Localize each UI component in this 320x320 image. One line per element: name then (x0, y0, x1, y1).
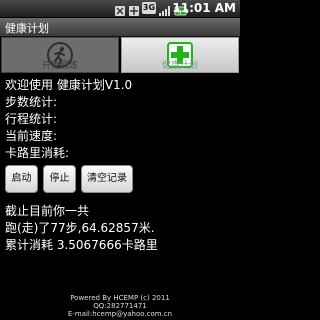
notification-icon (128, 2, 140, 16)
control-buttons: 启动 停止 清空记录 (5, 165, 237, 195)
tab-health-plan-label: 健康计划 (161, 61, 198, 71)
main-content: 欢迎使用 健康计划V1.0 步数统计: 行程统计: 当前速度: 卡路里消耗: 启… (5, 77, 237, 254)
app-title: 健康计划 (5, 22, 49, 35)
network-type-label: 3G (142, 3, 156, 12)
signal-icon (158, 2, 172, 16)
3g-icon: 3G (142, 2, 156, 14)
tab-start-exercise[interactable]: 开始锻炼 (1, 37, 119, 73)
footer-email: E-mail:hcemp@yahoo.com.cn (67, 310, 173, 318)
app-title-bar: 健康计划 (0, 18, 240, 37)
tab-start-exercise-label: 开始锻炼 (41, 61, 78, 71)
welcome-text: 欢迎使用 健康计划V1.0 (5, 78, 133, 92)
tab-bar: 开始锻炼 健康计划 (0, 37, 240, 73)
footer-qq: QQ:282771471 (93, 302, 147, 310)
tab-health-plan[interactable]: 健康计划 (121, 37, 239, 73)
stop-button[interactable]: 停止 (43, 165, 76, 193)
summary-distance: 跑(走)了77步,64.62857米. (5, 221, 155, 235)
clear-records-button[interactable]: 清空记录 (81, 165, 133, 193)
usb-icon (114, 2, 126, 16)
speed-label: 当前速度: (5, 129, 58, 143)
summary-intro: 截止目前你一共 (5, 204, 90, 218)
footer-powered-by: Powered By HCEMP (c) 2011 (70, 294, 170, 302)
calories-label: 卡路里消耗: (5, 146, 70, 160)
start-button[interactable]: 启动 (5, 165, 38, 193)
status-time: 11:01 AM (172, 1, 236, 15)
distance-label: 行程统计: (5, 112, 58, 126)
summary-calories: 累计消耗 3.5067666卡路里 (5, 238, 158, 252)
status-bar: 3G 11:01 AM (0, 0, 240, 18)
steps-label: 步数统计: (5, 95, 58, 109)
